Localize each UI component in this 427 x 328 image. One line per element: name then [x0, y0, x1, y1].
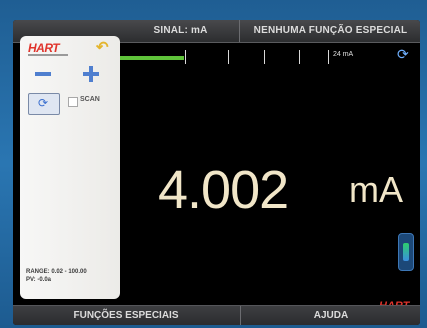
range-info: RANGE: 0.02 - 100.00 PV: -0.0a: [26, 268, 87, 284]
side-toggle-button[interactable]: [398, 233, 414, 271]
toggle-indicator-icon: [403, 243, 409, 261]
scan-label: SCAN: [80, 96, 100, 103]
measurement-value: 4.002: [158, 160, 289, 220]
decrement-button[interactable]: [32, 66, 54, 82]
special-functions-button[interactable]: FUNÇÕES ESPECIAIS: [13, 306, 239, 325]
pv-text: PV: -0.0a: [26, 277, 52, 283]
increment-button[interactable]: [80, 66, 102, 82]
hart-logo: HART: [28, 41, 60, 55]
special-function-tab[interactable]: NENHUMA FUNÇÃO ESPECIAL: [239, 20, 420, 42]
scale-tick: [228, 50, 229, 64]
signal-tab[interactable]: SINAL: mA: [123, 20, 238, 42]
back-arrow-icon[interactable]: ↶: [96, 40, 112, 56]
refresh-icon: ⟳: [38, 96, 49, 110]
refresh-icon[interactable]: ⟳: [397, 47, 411, 61]
help-button[interactable]: AJUDA: [240, 306, 420, 325]
measurement-unit: mA: [349, 169, 403, 210]
scale-progress-bar: [118, 56, 184, 60]
bottom-bar: FUNÇÕES ESPECIAIS AJUDA: [13, 305, 420, 325]
logo-underline: [28, 54, 68, 56]
refresh-button[interactable]: ⟳: [28, 93, 60, 115]
range-scale: 24 mA: [118, 47, 398, 67]
side-panel: HART ↶ ⟳ SCAN RANGE: 0.02 - 100.00 PV: -…: [20, 36, 120, 299]
scale-tick: [264, 50, 265, 64]
minus-icon: [35, 72, 51, 76]
scale-tick: [185, 50, 186, 64]
scan-checkbox[interactable]: [68, 97, 78, 107]
scale-tick: [328, 50, 329, 64]
scale-tick: [299, 50, 300, 64]
scale-max-label: 24 mA: [333, 51, 354, 58]
range-text: RANGE: 0.02 - 100.00: [26, 269, 87, 275]
